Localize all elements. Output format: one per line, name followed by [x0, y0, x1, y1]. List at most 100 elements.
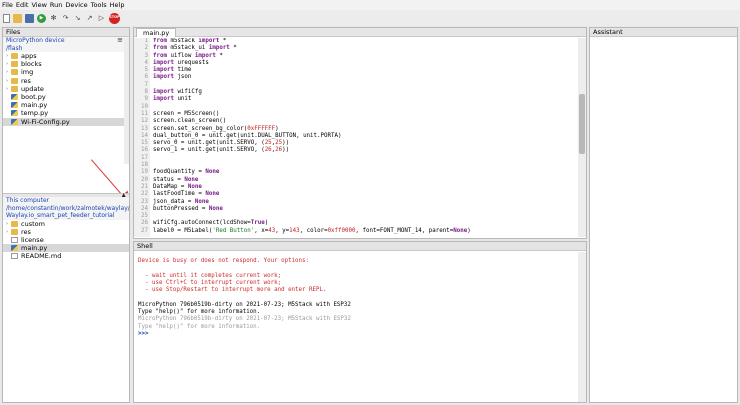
device-location-name: MicroPython device — [6, 37, 65, 44]
list-item[interactable]: license — [3, 236, 129, 244]
code-lines: from m5stack import * from m5stack_ui imp… — [153, 38, 471, 235]
menu-view[interactable]: View — [31, 1, 46, 9]
files-pane-title: Files — [3, 28, 129, 37]
list-item[interactable]: › img — [3, 68, 129, 76]
code-line: import time — [153, 67, 192, 74]
menu-device[interactable]: Device — [65, 1, 87, 9]
python-file-icon — [11, 102, 18, 109]
shell-scrollbar[interactable] — [578, 252, 586, 402]
list-item[interactable]: › res — [3, 77, 129, 85]
list-item[interactable]: boot.py — [3, 93, 129, 101]
code-line: screen.clean_screen() — [153, 118, 227, 125]
code-line: DataMap = None — [153, 183, 202, 190]
code-line: buttonPressed = None — [153, 205, 223, 212]
shell-title: Shell — [134, 242, 586, 251]
file-icon — [11, 253, 18, 260]
folder-icon — [11, 220, 18, 227]
code-line: import unit — [153, 96, 192, 103]
assistant-pane: Assistant — [589, 27, 738, 403]
shell-info-line: Type "help()" for more information. — [138, 309, 261, 316]
shell-dim-line: Type "help()" for more information. — [138, 323, 261, 330]
menu-help[interactable]: Help — [110, 1, 125, 9]
editor-scroll-thumb[interactable] — [579, 94, 585, 154]
list-item[interactable]: › res — [3, 228, 129, 236]
code-line: import urequests — [153, 59, 209, 66]
list-item[interactable]: README.md — [3, 252, 129, 260]
files-scrollbar[interactable] — [124, 38, 129, 164]
shell-info-line: MicroPython 796b0519b-dirty on 2021-07-2… — [138, 301, 351, 308]
computer-location-name: This computer — [6, 197, 50, 204]
step-out-icon[interactable]: ↗ — [85, 14, 94, 23]
code-line: import json — [153, 74, 192, 81]
line-number-gutter: 1 2 3 4 5 6 7 8 9 10 11 12 13 14 15 16 17 18 19 20 21 22 23 24 2… — [134, 38, 150, 237]
list-item-selected[interactable]: main.py — [3, 244, 129, 253]
folder-icon — [11, 77, 18, 84]
code-line: status = None — [153, 176, 199, 183]
hamburger-menu-icon[interactable]: ≡ — [117, 36, 123, 45]
list-item[interactable]: › blocks — [3, 60, 129, 68]
code-line: import wifiCfg — [153, 89, 202, 96]
debug-icon[interactable]: ✻ — [49, 14, 58, 23]
computer-file-tree: › custom › res license main.py README.md — [3, 220, 129, 261]
computer-files: This computer /home/constantin/work/zalm… — [3, 197, 130, 261]
open-folder-icon[interactable] — [13, 13, 22, 23]
list-item[interactable]: › apps — [3, 52, 129, 60]
menu-file[interactable]: File — [2, 1, 13, 9]
folder-icon — [11, 228, 18, 235]
menu-run[interactable]: Run — [50, 1, 62, 9]
code-line: screen.set_screen_bg_color(0xFFFFFF) — [153, 125, 279, 132]
shell-error-line — [138, 265, 351, 272]
code-line: dual_button_0 = unit.get(unit.DUAL_BUTTO… — [153, 132, 342, 139]
code-line: servo_0 = unit.get(unit.SERVO, (25,25)) — [153, 140, 290, 147]
code-line: wifiCfg.autoConnect(lcdShow=True) — [153, 220, 269, 227]
code-line: from m5stack import * — [153, 38, 227, 44]
list-item[interactable]: › update — [3, 85, 129, 93]
code-area[interactable]: 1 2 3 4 5 6 7 8 9 10 11 12 13 14 15 16 17 18 19 20 21 22 23 24 2… — [134, 38, 578, 237]
menu-edit[interactable]: Edit — [16, 1, 29, 9]
files-pane: Files MicroPython device /flash ≡ › apps … — [2, 27, 131, 403]
tab-main-py[interactable]: main.py — [136, 28, 177, 37]
new-file-icon[interactable] — [3, 13, 10, 23]
code-line: from uiflow import * — [153, 52, 223, 59]
list-item[interactable]: temp.py — [3, 109, 129, 117]
toolbar: ▶ ✻ ↷ ↘ ↗ ▷ STOP — [0, 10, 740, 26]
code-line: screen = M5Screen() — [153, 110, 220, 117]
code-line: foodQuantity = None — [153, 169, 220, 176]
device-location-path: /flash — [6, 44, 23, 52]
computer-location-path-cont: Waylay.io_smart_pet_feeder_tutorial — [6, 212, 115, 219]
editor-tabbar: main.py — [134, 28, 586, 37]
run-icon[interactable]: ▶ — [37, 13, 46, 23]
resume-icon[interactable]: ▷ — [97, 14, 106, 23]
device-file-tree: › apps › blocks › img › res › update boot.py … — [3, 52, 129, 126]
step-into-icon[interactable]: ↘ — [73, 14, 82, 23]
folder-icon — [11, 61, 18, 68]
device-location: MicroPython device /flash ≡ — [3, 36, 129, 52]
code-line: json_data = None — [153, 198, 209, 205]
shell-prompt[interactable]: >>> — [138, 331, 351, 338]
menu-bar: File Edit View Run Device Tools Help — [0, 0, 740, 10]
menu-tools[interactable]: Tools — [91, 1, 107, 9]
code-line: from m5stack_ui import * — [153, 45, 237, 52]
assistant-title: Assistant — [590, 28, 737, 37]
list-item[interactable]: main.py — [3, 101, 129, 109]
stop-button[interactable]: STOP — [109, 12, 120, 24]
shell-error-line: - wait until it completes current work; — [138, 272, 282, 279]
step-over-icon[interactable]: ↷ — [61, 14, 70, 23]
python-file-icon — [11, 245, 18, 252]
python-file-icon — [11, 94, 18, 101]
shell-error-line: - use Stop/Restart to interrupt more and… — [138, 287, 327, 294]
shell-dim-line: MicroPython 796b0519b-dirty on 2021-07-2… — [138, 316, 351, 323]
list-item[interactable]: › custom — [3, 220, 129, 228]
code-editor: main.py 1 2 3 4 5 6 7 8 9 10 11 12 13 14 15 16 17 18 19 20 2… — [133, 27, 587, 239]
editor-scrollbar[interactable] — [578, 38, 586, 237]
shell-output[interactable]: Device is busy or does not respond. Your… — [138, 258, 351, 338]
code-line: servo_1 = unit.get(unit.SERVO, (26,26)) — [153, 147, 290, 154]
folder-icon — [11, 69, 18, 76]
save-icon[interactable] — [25, 13, 34, 23]
code-line: label0 = M5Label('Red Button', x=43, y=1… — [153, 227, 471, 234]
list-item-selected[interactable]: Wi-Fi-Config.py — [3, 117, 129, 126]
